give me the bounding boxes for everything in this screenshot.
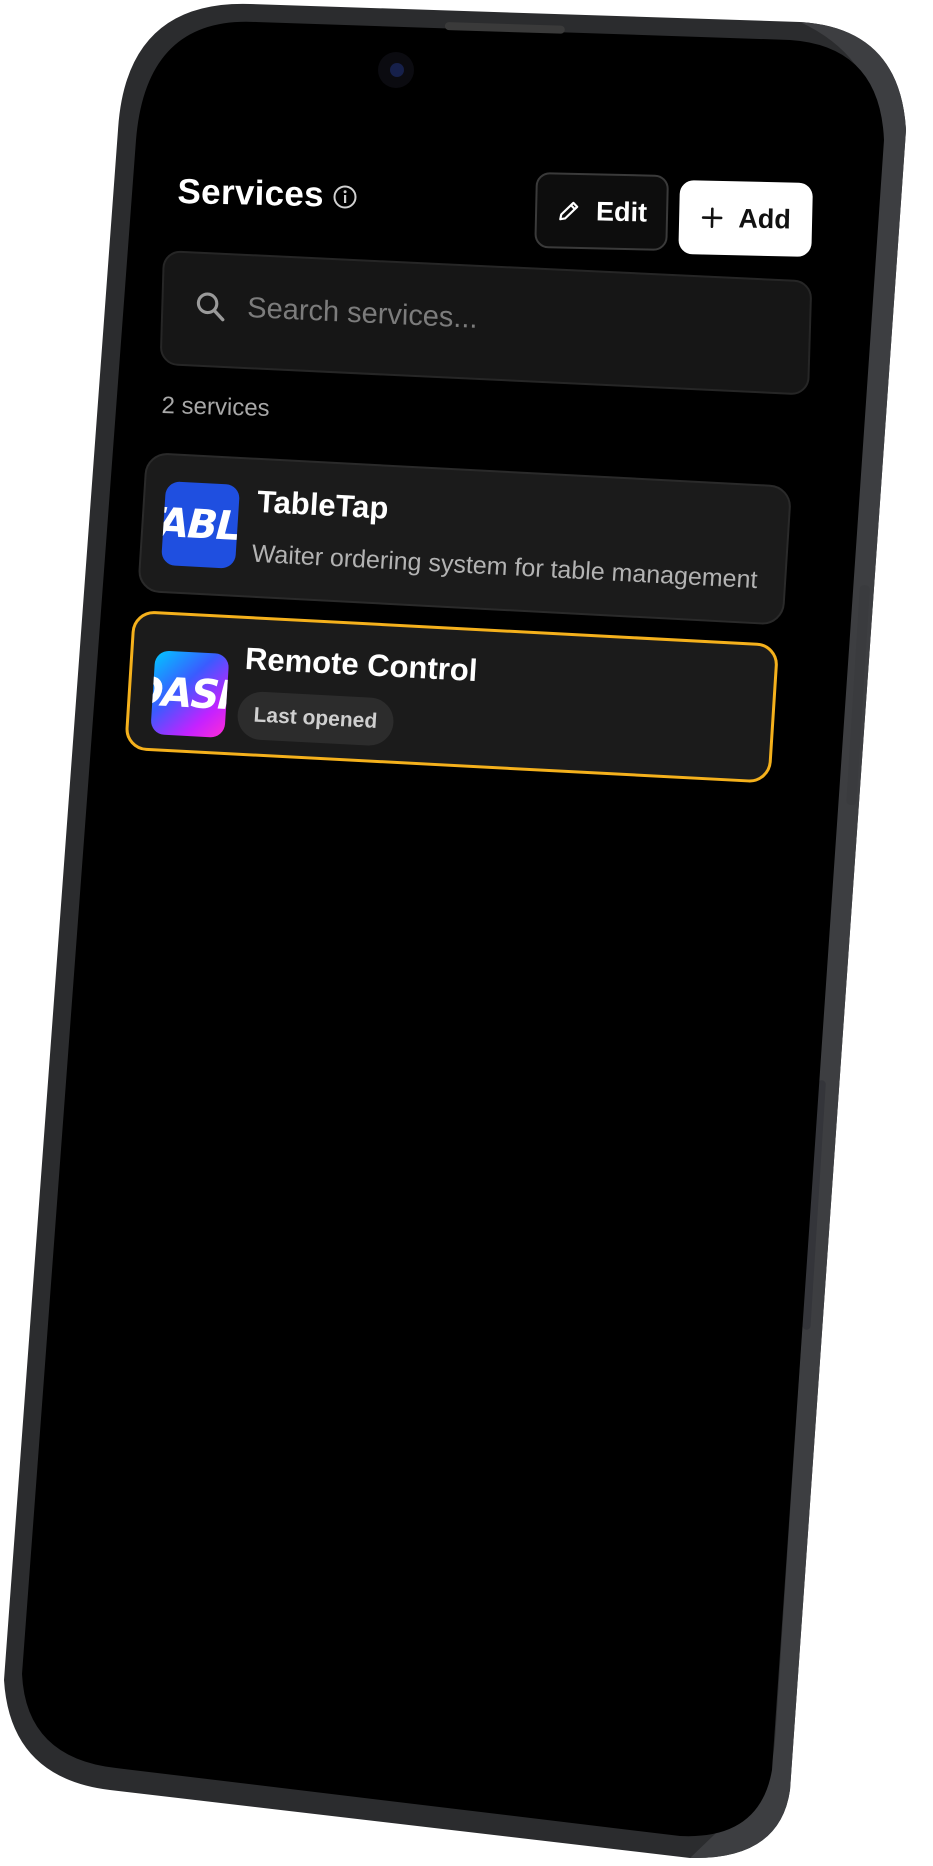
page-title: Services — [177, 172, 325, 215]
service-card-remote-control[interactable]: DASH Remote Control Last opened — [124, 610, 780, 784]
edit-button-label: Edit — [595, 195, 648, 228]
service-card-tabletap[interactable]: TABLE TableTap Waiter ordering system fo… — [137, 452, 793, 626]
search-input[interactable] — [246, 282, 768, 359]
services-count: 2 services — [161, 392, 271, 423]
pencil-icon — [559, 201, 579, 221]
phone-device: Services Edit Add Search services... 2 s… — [0, 0, 933, 1866]
last-opened-badge: Last opened — [236, 690, 395, 747]
remote-control-app-icon: DASH — [150, 650, 230, 738]
remote-control-icon-text: DASH — [150, 668, 230, 721]
plus-icon — [702, 207, 723, 229]
service-name: Remote Control — [244, 640, 479, 689]
edit-button[interactable]: Edit — [534, 172, 669, 251]
search-bar[interactable] — [159, 250, 813, 396]
tabletap-app-icon: TABLE — [160, 481, 241, 569]
service-name: TableTap — [256, 483, 390, 526]
tabletap-icon-text: TABLE — [160, 498, 241, 552]
add-button[interactable]: Add — [678, 180, 813, 257]
add-button-label: Add — [738, 202, 792, 235]
app-screen: Services Edit Add Search services... 2 s… — [0, 0, 933, 1866]
info-icon[interactable] — [332, 184, 358, 210]
phone-mockup-stage: Services Edit Add Search services... 2 s… — [0, 0, 933, 1866]
service-description: Waiter ordering system for table managem… — [250, 539, 759, 595]
search-icon — [196, 292, 225, 322]
